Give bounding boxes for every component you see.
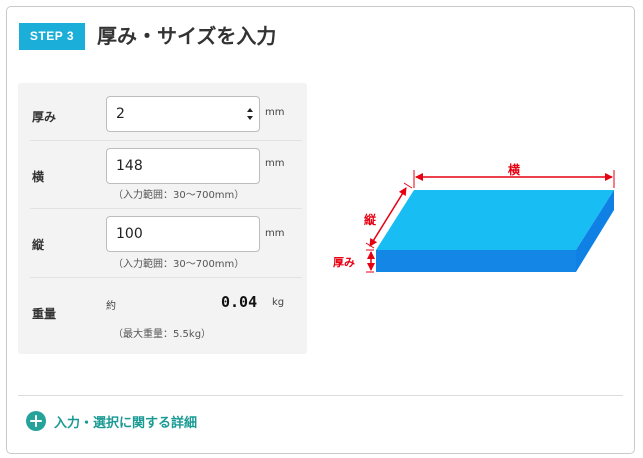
thickness-unit: mm: [265, 107, 285, 118]
thickness-value: 2: [116, 106, 125, 122]
width-label: 横: [32, 170, 45, 184]
diagram-thickness-label: 厚み: [333, 256, 355, 269]
width-value: 148: [116, 158, 143, 174]
section-divider: [18, 395, 623, 396]
board-dimension-diagram: 横 縦 厚み: [333, 162, 615, 273]
length-input[interactable]: 100: [106, 216, 260, 252]
width-input[interactable]: 148: [106, 148, 260, 184]
weight-value: 0.04: [221, 293, 258, 311]
plus-circle-icon: [26, 411, 46, 431]
board-front-face: [376, 250, 576, 272]
board-top-face: [376, 190, 614, 250]
diagram-length-label: 縦: [364, 212, 377, 227]
row-divider: [30, 208, 302, 209]
step-badge: STEP 3: [19, 23, 85, 50]
weight-approx-prefix: 約: [106, 301, 116, 312]
thickness-label: 厚み: [32, 110, 57, 124]
length-label: 縦: [32, 238, 45, 252]
size-form-panel: 厚み 2 mm 横 148 mm （入力範囲：30～700mm） 縦 100 m…: [18, 83, 307, 354]
diagram-width-label: 横: [508, 162, 521, 177]
width-unit: mm: [265, 158, 285, 169]
section-title: 厚み・サイズを入力: [97, 24, 277, 48]
length-value: 100: [116, 226, 143, 242]
row-divider: [30, 140, 302, 141]
width-range-hint: （入力範囲：30～700mm）: [113, 190, 245, 201]
weight-unit: kg: [272, 297, 285, 308]
max-weight-hint: （最大重量：5.5kg）: [113, 329, 212, 340]
row-divider: [30, 277, 302, 278]
thickness-select[interactable]: 2: [106, 96, 260, 132]
input-details-link[interactable]: 入力・選択に関する詳細: [26, 410, 197, 432]
length-range-hint: （入力範囲：30～700mm）: [113, 259, 245, 270]
details-link-text: 入力・選択に関する詳細: [54, 415, 198, 431]
length-unit: mm: [265, 228, 285, 239]
spinner-arrows-icon[interactable]: [247, 107, 253, 121]
weight-label: 重量: [32, 307, 57, 321]
